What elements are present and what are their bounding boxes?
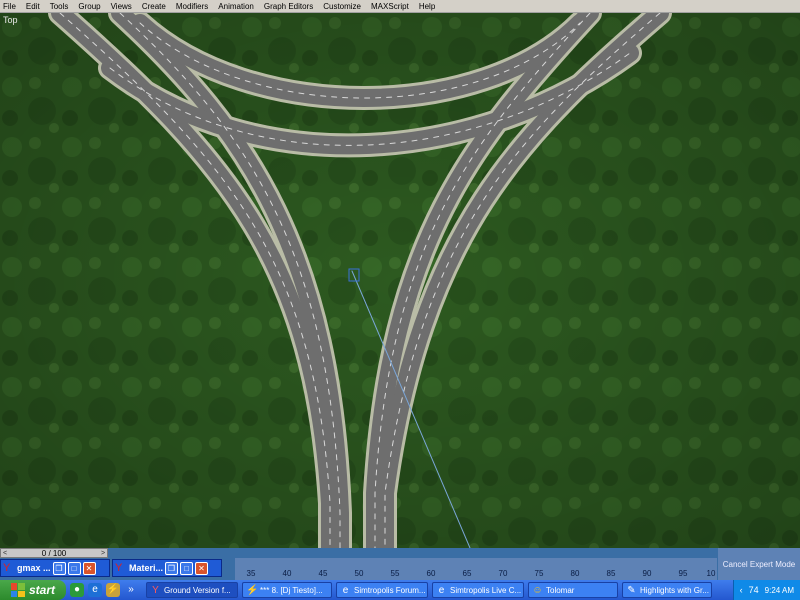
mini-window-material[interactable]: Y Materi... ❐ □ ✕ (112, 559, 222, 577)
menu-group[interactable]: Group (73, 2, 105, 11)
gmax-icon: Y (3, 562, 11, 574)
clock[interactable]: 9:24 AM (765, 586, 794, 595)
close-button[interactable]: ✕ (195, 561, 209, 575)
ie-icon: e (342, 584, 349, 596)
menu-edit[interactable]: Edit (21, 2, 45, 11)
menu-views[interactable]: Views (106, 2, 137, 11)
start-button[interactable]: start (0, 580, 66, 600)
task-ground-version[interactable]: Y Ground Version f... (146, 582, 238, 598)
task-tolomar[interactable]: ☺ Tolomar (528, 582, 618, 598)
ruler-tick: 55 (390, 569, 400, 578)
gmax-icon: Y (115, 562, 123, 574)
menu-maxscript[interactable]: MAXScript (366, 2, 414, 11)
start-label: start (28, 583, 55, 597)
time-next-arrow[interactable]: > (99, 550, 107, 557)
ruler-tick: 85 (606, 569, 616, 578)
ruler-tick: 60 (426, 569, 436, 578)
time-prev-arrow[interactable]: < (1, 550, 9, 557)
menu-animation[interactable]: Animation (213, 2, 259, 11)
menu-help[interactable]: Help (414, 2, 440, 11)
firefox-icon[interactable]: ● (70, 583, 84, 597)
menu-tools[interactable]: Tools (45, 2, 74, 11)
paint-icon: ✎ (627, 584, 636, 596)
ruler-tick: 70 (498, 569, 508, 578)
ruler-tick: 90 (642, 569, 652, 578)
menu-modifiers[interactable]: Modifiers (171, 2, 213, 11)
ruler-tick: 65 (462, 569, 472, 578)
menu-customize[interactable]: Customize (318, 2, 366, 11)
ie-icon: e (438, 584, 445, 596)
user-icon: ☺ (532, 584, 543, 596)
task-highlights[interactable]: ✎ Highlights with Gr... (622, 582, 712, 598)
mini-window-title: gmax ... (17, 563, 51, 573)
track-ruler[interactable]: 35 40 45 50 55 60 65 70 75 80 85 90 95 1… (235, 558, 717, 580)
mini-window-title: Materi... (129, 563, 164, 573)
tray-lang-indicator[interactable]: 74 (749, 585, 759, 595)
menu-create[interactable]: Create (137, 2, 171, 11)
menu-bar: File Edit Tools Group Views Create Modif… (0, 0, 800, 13)
taskbar: start ● e ⚡ » Y Ground Version f... ⚡ **… (0, 580, 800, 600)
ruler-tick: 35 (246, 569, 256, 578)
gmax-icon: Y (152, 584, 159, 596)
ruler-tick: 75 (534, 569, 544, 578)
ie-icon[interactable]: e (88, 583, 102, 597)
ruler-tick: 50 (354, 569, 364, 578)
task-simtropolis-forum[interactable]: e Simtropolis Forum... (336, 582, 428, 598)
menu-graph-editors[interactable]: Graph Editors (259, 2, 318, 11)
maximize-button[interactable]: □ (180, 561, 194, 575)
top-viewport[interactable]: Top (0, 13, 800, 548)
restore-button[interactable]: ❐ (165, 561, 179, 575)
task-simtropolis-live[interactable]: e Simtropolis Live C... (432, 582, 524, 598)
cancel-expert-mode-button[interactable]: Cancel Expert Mode (718, 548, 800, 580)
quick-launch: ● e ⚡ » (70, 583, 142, 597)
winamp-icon: ⚡ (246, 584, 259, 596)
menu-file[interactable]: File (0, 2, 21, 11)
mini-window-gmax[interactable]: Y gmax ... ❐ □ ✕ (0, 559, 110, 577)
ruler-tick: 45 (318, 569, 328, 578)
task-dj-tiesto[interactable]: ⚡ *** 8. [Dj Tiesto]... (242, 582, 332, 598)
system-tray: ‹ 74 9:24 AM (732, 580, 800, 600)
windows-flag-icon (10, 583, 25, 597)
viewport-label[interactable]: Top (3, 15, 18, 25)
maximize-button[interactable]: □ (67, 561, 81, 575)
winamp-icon[interactable]: ⚡ (106, 583, 120, 597)
time-slider[interactable]: < 0 / 100 > (0, 548, 108, 558)
ruler-tick: 40 (282, 569, 292, 578)
viewport-scene (0, 13, 800, 548)
close-button[interactable]: ✕ (82, 561, 96, 575)
time-slider-value: 0 / 100 (41, 548, 67, 558)
ruler-tick: 95 (678, 569, 688, 578)
tray-chevron-icon[interactable]: ‹ (740, 585, 743, 595)
ruler-tick: 10 (706, 569, 716, 578)
ruler-tick: 80 (570, 569, 580, 578)
restore-button[interactable]: ❐ (52, 561, 66, 575)
more-chevron-icon[interactable]: » (124, 583, 138, 597)
